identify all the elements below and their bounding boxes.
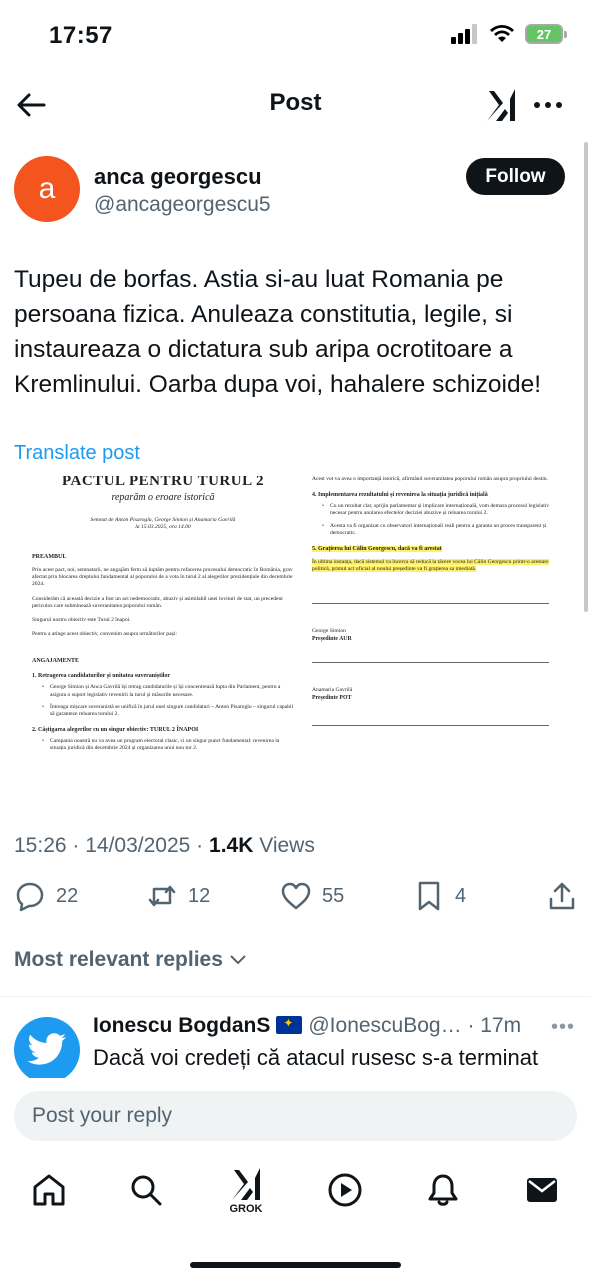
signature-line xyxy=(312,725,549,727)
views-count: 1.4K xyxy=(209,834,254,857)
preamble-paragraph: Prin acest pact, noi, semnatarii, ne ang… xyxy=(32,567,293,588)
messages-envelope-icon[interactable] xyxy=(524,1172,560,1208)
notifications-bell-icon[interactable] xyxy=(425,1172,461,1208)
top-nav: Post xyxy=(0,80,591,130)
views-label: Views xyxy=(253,834,315,857)
scrollbar[interactable] xyxy=(584,142,588,612)
status-bar: 17:57 27 xyxy=(0,0,591,70)
reply-count: 22 xyxy=(56,884,79,907)
share-button[interactable] xyxy=(546,880,578,912)
reply-avatar[interactable] xyxy=(14,1017,80,1083)
repost-button[interactable]: 12 xyxy=(146,880,210,912)
repost-icon xyxy=(148,885,176,907)
wifi-icon xyxy=(490,25,514,42)
reply-author-name[interactable]: Ionescu BogdanS xyxy=(93,1014,270,1037)
document-title: PACTUL PENTRU TURUL 2 xyxy=(61,476,265,489)
meta-separator: · xyxy=(66,834,86,857)
highlighted-heading: 5. Grațierea lui Călin Georgescu, dacă v… xyxy=(312,546,442,553)
tweet-text: Tupeu de borfas. Astia si-au luat Romani… xyxy=(14,266,542,398)
commitment-bullet: George Simion și Anca Gavrilă își retrag… xyxy=(42,684,294,698)
commitment-bullet: Campania noastră nu va avea un program e… xyxy=(42,738,294,752)
post-time: 15:26 xyxy=(14,834,67,857)
like-count: 55 xyxy=(322,884,345,907)
commitment-bullet: Întreaga mișcare suveranistă se unifică … xyxy=(42,704,294,718)
home-indicator xyxy=(190,1262,401,1268)
document-signed: Semnat de Anton Pisaroglu, George Simion… xyxy=(90,517,236,523)
signatory-role: Președinte AUR xyxy=(312,636,352,643)
grok-nav-icon[interactable] xyxy=(228,1166,264,1202)
heart-icon xyxy=(281,882,311,910)
replies-sort-label: Most relevant replies xyxy=(14,948,223,971)
reply-input[interactable]: Post your reply xyxy=(14,1091,577,1141)
replies-sort-dropdown[interactable]: Most relevant replies xyxy=(14,948,247,972)
bottom-nav xyxy=(0,1160,591,1240)
author-avatar[interactable]: a xyxy=(14,156,80,222)
cellular-signal-icon xyxy=(451,24,477,44)
preamble-heading: PREAMBUL xyxy=(32,554,67,560)
repost-count: 12 xyxy=(188,884,211,907)
highlighted-text: În ultima instanța, dacă sistemul va înc… xyxy=(312,559,549,573)
eu-flag-icon xyxy=(276,1016,303,1034)
author-handle[interactable]: @ancageorgescu5 xyxy=(94,193,271,217)
commitment-heading: 2. Câștigarea alegerilor cu un singur ob… xyxy=(32,727,199,734)
share-icon xyxy=(549,882,575,910)
author-name[interactable]: anca georgescu xyxy=(94,164,262,190)
document-subtitle: reparăm o eroare istorică xyxy=(111,492,215,503)
reply-icon xyxy=(16,882,44,912)
document-date: la 15.03.2025, ora 14.00 xyxy=(135,524,191,530)
battery-level: 27 xyxy=(536,26,552,42)
post-image[interactable]: PACTUL PENTRU TURUL 2 reparăm o eroare i… xyxy=(14,476,577,802)
bookmark-count: 4 xyxy=(455,884,467,907)
bookmark-icon xyxy=(418,881,440,911)
preamble-paragraph: Singurul nostru obiectiv este Turul 2 în… xyxy=(32,617,131,624)
grok-nav-label: GROK xyxy=(229,1203,263,1215)
post-actions: 22 12 55 4 xyxy=(0,880,591,920)
commitment-heading: 4. Implementarea rezultatului și revenir… xyxy=(312,492,488,499)
like-button[interactable]: 55 xyxy=(280,880,344,912)
commitment-bullet: Cu un rezultat clar, sprijin parlamentar… xyxy=(322,503,557,517)
video-play-icon[interactable] xyxy=(327,1172,363,1208)
reply-text: Dacă voi credeți că atacul rusesc s-a te… xyxy=(93,1045,539,1070)
status-time: 17:57 xyxy=(49,22,113,49)
post-meta: 15:26 · 14/03/2025 · 1.4K Views xyxy=(14,834,315,858)
signatory-name: Anamaria Gavrilă xyxy=(312,687,353,694)
document-left-column: PACTUL PENTRU TURUL 2 reparăm o eroare i… xyxy=(32,476,294,753)
reply-button[interactable]: 22 xyxy=(14,880,78,912)
search-icon[interactable] xyxy=(128,1172,164,1208)
signatory-name: George Simion xyxy=(312,628,346,635)
bookmark-button[interactable]: 4 xyxy=(413,880,466,912)
status-icons: 27 xyxy=(451,24,567,44)
reply-more-icon[interactable]: ••• xyxy=(551,1016,575,1039)
commitment-bullet: Acesta va fi organizat cu observatori in… xyxy=(322,523,557,537)
preamble-paragraph: Considerăm că această decizie a fost un … xyxy=(32,595,283,609)
post-date: 14/03/2025 xyxy=(85,834,191,857)
signature-line xyxy=(312,662,549,664)
document-right-column: Acest vot va avea o importanță istorică,… xyxy=(312,476,557,727)
commitment-heading: 1. Retragerea candidaturilor și unitatea… xyxy=(32,673,171,680)
commitment-heading: 5. Grațierea lui Călin Georgescu, dacă v… xyxy=(312,546,557,553)
translate-post-link[interactable]: Translate post xyxy=(14,442,140,465)
grok-icon[interactable] xyxy=(483,87,519,123)
reply-header: Ionescu BogdanS @IonescuBog… · 17m xyxy=(93,1014,583,1038)
twitter-bird-icon xyxy=(27,1033,66,1065)
chevron-down-icon xyxy=(230,955,246,965)
more-options-icon[interactable] xyxy=(532,92,564,118)
preamble-paragraph: Pentru a atinge acest obiectiv, convenim… xyxy=(32,631,177,638)
divider xyxy=(0,996,591,997)
follow-button[interactable]: Follow xyxy=(466,158,565,195)
meta-separator: · xyxy=(190,834,210,857)
signature-line xyxy=(312,603,549,605)
home-icon[interactable] xyxy=(31,1172,67,1208)
reply-author-handle[interactable]: @IonescuBog… xyxy=(308,1014,461,1037)
battery-icon: 27 xyxy=(525,24,567,44)
signatory-role: Președinte POT xyxy=(312,695,352,702)
commitments-heading: ANGAJAMENTE xyxy=(32,658,80,665)
document-paragraph: Acest vot va avea o importanță istorică,… xyxy=(312,476,548,482)
highlighted-paragraph: În ultima instanța, dacă sistemul va înc… xyxy=(312,559,557,573)
reply-time: · 17m xyxy=(467,1014,522,1037)
